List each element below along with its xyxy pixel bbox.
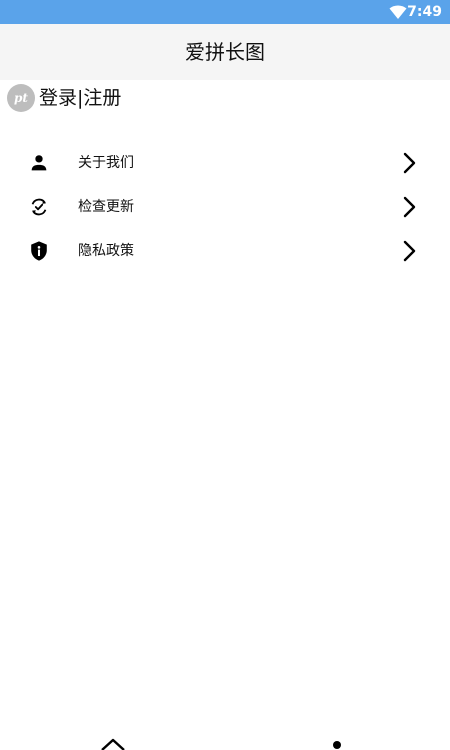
menu-item-label: 隐私政策 (78, 243, 134, 259)
app-bar: 爱拼长图 (0, 24, 450, 80)
menu-item-about-us[interactable]: 关于我们 (0, 141, 450, 185)
refresh-check-icon (31, 198, 47, 216)
profile-icon[interactable] (328, 736, 346, 750)
chevron-right-icon (403, 240, 416, 262)
menu-item-check-update[interactable]: 检查更新 (0, 185, 450, 229)
bottom-navigation (0, 736, 450, 750)
menu-item-privacy-policy[interactable]: 隐私政策 (0, 229, 450, 273)
chevron-right-icon (403, 196, 416, 218)
shield-info-icon (31, 241, 47, 261)
page-title: 爱拼长图 (185, 40, 265, 64)
home-icon[interactable] (100, 736, 126, 750)
status-time: 7:49 (407, 4, 442, 20)
screen: 7:49 爱拼长图 pt 登录|注册 关于我们 检查更新 隐私政策 (0, 0, 450, 750)
menu-item-label: 检查更新 (78, 199, 134, 215)
chevron-right-icon (403, 152, 416, 174)
wifi-icon (389, 5, 407, 19)
status-bar: 7:49 (0, 0, 450, 24)
settings-menu: 关于我们 检查更新 隐私政策 (0, 141, 450, 273)
login-register-link[interactable]: 登录|注册 (39, 84, 121, 112)
avatar[interactable]: pt (7, 84, 35, 112)
menu-item-label: 关于我们 (78, 155, 134, 171)
person-icon (31, 155, 47, 171)
login-register-row[interactable]: pt 登录|注册 (7, 84, 121, 112)
